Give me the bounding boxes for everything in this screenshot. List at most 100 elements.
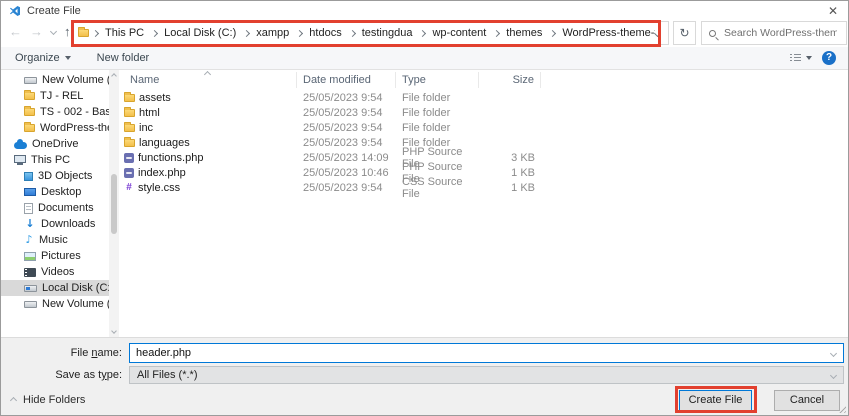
cancel-button[interactable]: Cancel xyxy=(774,390,840,411)
create-file-button[interactable]: Create File xyxy=(679,390,752,411)
breadcrumb-label: themes xyxy=(506,27,543,39)
column-headers: Name Date modified Type Size xyxy=(119,70,848,90)
folder-icon xyxy=(24,122,35,132)
sidebar-item[interactable]: TS - 002 - Basic T xyxy=(1,104,119,120)
column-header-type[interactable]: Type xyxy=(396,72,479,88)
file-date-modified: 25/05/2023 14:09 xyxy=(303,151,389,164)
file-row[interactable]: languages 25/05/2023 9:54 File folder xyxy=(119,135,848,150)
sidebar-item[interactable]: WordPress-them xyxy=(1,120,119,136)
breadcrumb-item[interactable]: themes xyxy=(490,27,546,39)
sidebar-item-label: Local Disk (C:) xyxy=(42,282,115,294)
sidebar-item[interactable]: New Volume (D: xyxy=(1,72,119,88)
refresh-icon: ↻ xyxy=(679,26,690,40)
sidebar-item[interactable]: This PC xyxy=(1,152,119,168)
css-icon xyxy=(124,183,134,193)
scroll-down-icon[interactable] xyxy=(111,328,117,334)
sidebar-item[interactable]: OneDrive xyxy=(1,136,119,152)
sidebar-item[interactable]: New Volume (D: xyxy=(1,296,119,312)
file-row[interactable]: inc 25/05/2023 9:54 File folder xyxy=(119,120,848,135)
file-row[interactable]: functions.php 25/05/2023 14:09 PHP Sourc… xyxy=(119,146,848,170)
sidebar-item[interactable]: Pictures xyxy=(1,248,119,264)
breadcrumb-item[interactable]: Local Disk (C:) xyxy=(148,27,240,39)
new-folder-button[interactable]: New folder xyxy=(97,52,150,64)
breadcrumb-label: WordPress-theme-from-scratch xyxy=(562,27,655,39)
scrollbar-thumb[interactable] xyxy=(111,173,117,234)
column-header-size[interactable]: Size xyxy=(479,72,541,88)
save-as-type-select[interactable]: All Files (*.*) xyxy=(129,366,844,384)
chevron-down-icon[interactable] xyxy=(829,349,838,357)
this-pc-icon xyxy=(14,155,26,165)
search-input[interactable] xyxy=(722,26,839,40)
chevron-down-icon xyxy=(829,371,838,379)
new-folder-label: New folder xyxy=(96,52,150,64)
hide-folders-label: Hide Folders xyxy=(23,394,86,406)
breadcrumb-label: testingdua xyxy=(361,27,413,39)
sidebar-item-label: TJ - REL xyxy=(40,90,84,102)
file-row[interactable]: index.php 25/05/2023 10:46 PHP Source Fi… xyxy=(119,161,848,185)
chevron-right-icon xyxy=(348,29,356,37)
file-size: 3 KB xyxy=(511,151,535,164)
sidebar-item[interactable]: Videos xyxy=(1,264,119,280)
sidebar-item-label: New Volume (D: xyxy=(42,298,119,310)
chevron-up-icon xyxy=(9,396,18,404)
title-bar: Create File ✕ xyxy=(1,1,848,19)
file-name-input[interactable] xyxy=(130,347,831,359)
address-bar[interactable]: This PC Local Disk (C:) xampp htdocs tes… xyxy=(71,21,669,45)
change-view-button[interactable] xyxy=(790,53,812,63)
address-dropdown-icon[interactable] xyxy=(653,29,662,37)
file-row[interactable]: style.css 25/05/2023 9:54 CSS Source Fil… xyxy=(119,176,848,200)
sidebar-scrollbar[interactable] xyxy=(109,70,119,337)
column-header-date-modified[interactable]: Date modified xyxy=(297,72,396,88)
breadcrumb-item[interactable]: This PC xyxy=(89,27,148,39)
recent-locations-icon[interactable] xyxy=(49,27,58,36)
file-type: File folder xyxy=(402,121,451,134)
breadcrumb-item[interactable]: WordPress-theme-from-scratch xyxy=(546,27,655,39)
command-toolbar: Organize New folder ? xyxy=(1,47,848,70)
file-name: html xyxy=(139,106,160,119)
breadcrumb-item[interactable]: testingdua xyxy=(346,27,417,39)
breadcrumb-label: Local Disk (C:) xyxy=(164,27,237,39)
onedrive-icon xyxy=(14,139,27,149)
sidebar-item-label: New Volume (D: xyxy=(42,74,119,86)
close-icon[interactable]: ✕ xyxy=(828,4,838,18)
sidebar-item[interactable]: Music xyxy=(1,232,119,248)
folder-icon xyxy=(78,27,89,37)
file-date-modified: 25/05/2023 9:54 xyxy=(303,121,383,134)
chevron-right-icon xyxy=(151,29,159,37)
sidebar-item[interactable]: Local Disk (C:) xyxy=(1,280,119,296)
chevron-right-icon xyxy=(549,29,557,37)
file-row[interactable]: html 25/05/2023 9:54 File folder xyxy=(119,105,848,120)
breadcrumb-item[interactable]: htdocs xyxy=(293,27,345,39)
hide-folders-button[interactable]: Hide Folders xyxy=(9,394,86,406)
file-type: File folder xyxy=(402,106,451,119)
file-name: inc xyxy=(139,121,154,134)
breadcrumb-item[interactable]: xampp xyxy=(240,27,293,39)
sidebar-item[interactable]: TJ - REL xyxy=(1,88,119,104)
sidebar-item-label: Pictures xyxy=(41,250,81,262)
pictures-icon xyxy=(24,251,36,261)
up-icon[interactable]: ↑ xyxy=(64,25,71,38)
search-box[interactable] xyxy=(701,21,847,45)
sidebar-item[interactable]: Documents xyxy=(1,200,119,216)
organize-label: Organize xyxy=(15,52,60,64)
chevron-right-icon xyxy=(419,29,427,37)
help-button[interactable]: ? xyxy=(822,51,836,65)
breadcrumb-item[interactable]: wp-content xyxy=(416,27,490,39)
caret-down-icon xyxy=(64,56,71,60)
refresh-button[interactable]: ↻ xyxy=(673,21,696,45)
videos-icon xyxy=(24,267,36,277)
drive-icon xyxy=(24,76,37,84)
scroll-up-icon[interactable] xyxy=(111,73,117,79)
sidebar-item-label: Desktop xyxy=(41,186,82,198)
organize-button[interactable]: Organize xyxy=(15,52,71,64)
sidebar-item[interactable]: Desktop xyxy=(1,184,119,200)
sidebar-item[interactable]: Downloads xyxy=(1,216,119,232)
file-row[interactable]: assets 25/05/2023 9:54 File folder xyxy=(119,90,848,105)
downloads-icon xyxy=(24,218,36,230)
back-icon[interactable]: ← xyxy=(9,25,22,38)
forward-icon[interactable]: → xyxy=(30,25,43,38)
sidebar-item[interactable]: 3D Objects xyxy=(1,168,119,184)
documents-icon xyxy=(24,202,33,214)
file-date-modified: 25/05/2023 9:54 xyxy=(303,91,383,104)
sidebar-item-label: OneDrive xyxy=(32,138,79,150)
